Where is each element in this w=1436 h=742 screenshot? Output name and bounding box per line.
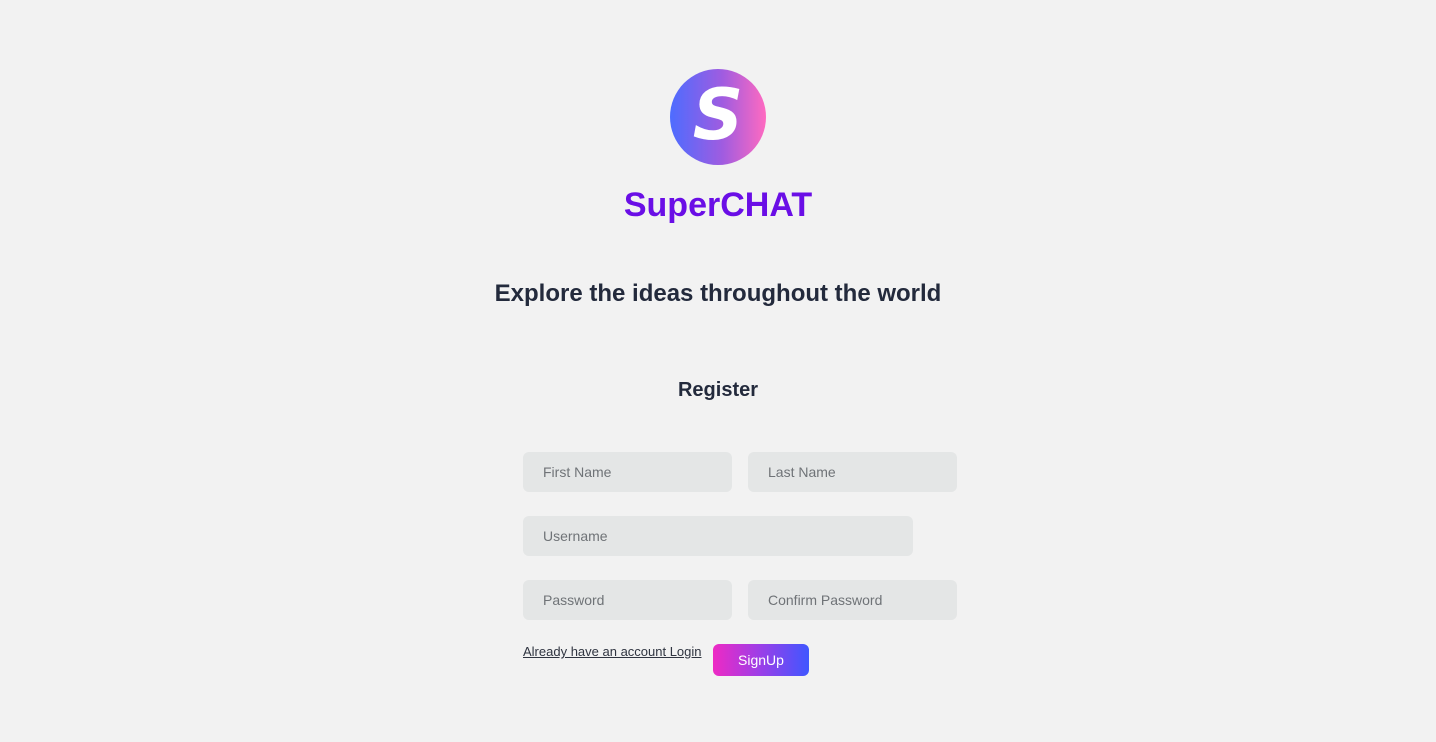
login-link[interactable]: Already have an account Login [523,644,702,660]
tagline: Explore the ideas throughout the world [494,280,942,307]
first-name-input[interactable] [523,452,732,492]
logo-letter: S [692,74,744,156]
form-title: Register [677,379,759,401]
signup-button[interactable]: SignUp [713,644,809,676]
brand-name: SuperCHAT [623,186,813,224]
username-input[interactable] [523,516,913,556]
superchat-logo-icon: S [670,69,766,165]
password-input[interactable] [523,580,732,620]
last-name-input[interactable] [748,452,957,492]
confirm-password-input[interactable] [748,580,957,620]
